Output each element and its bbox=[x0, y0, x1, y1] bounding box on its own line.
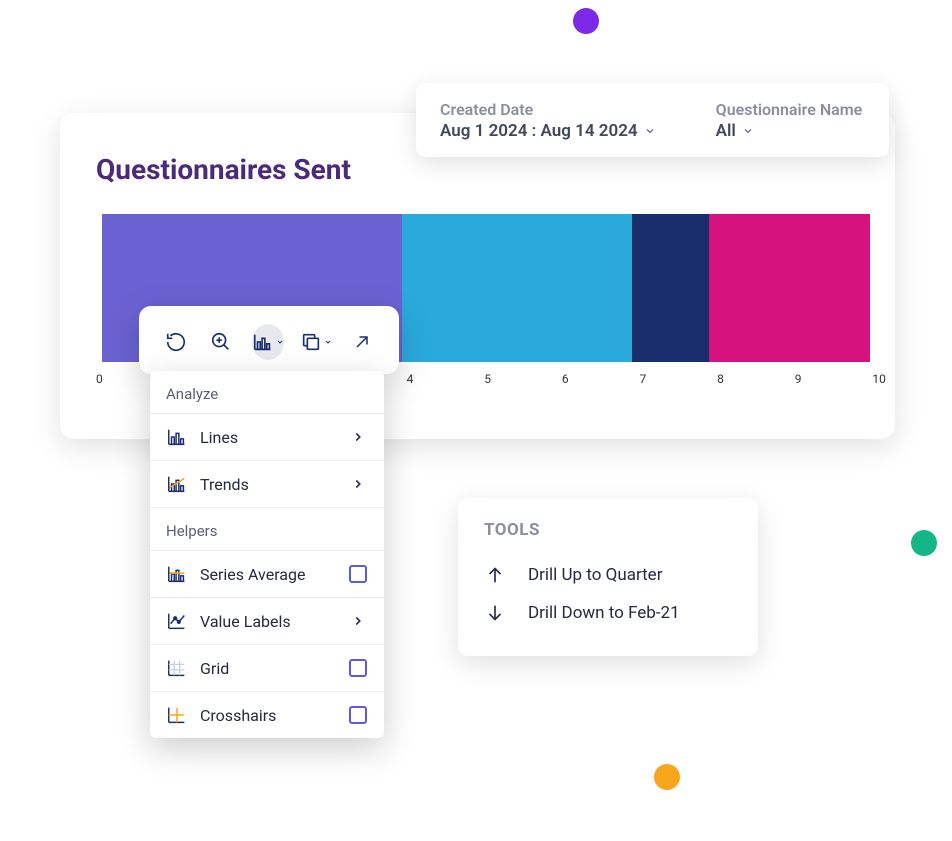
tick: 10 bbox=[872, 372, 886, 386]
bar-segment-2 bbox=[402, 214, 632, 362]
undo-button[interactable] bbox=[161, 324, 190, 360]
menu-item-grid[interactable]: Grid bbox=[150, 644, 384, 691]
chevron-right-icon bbox=[348, 427, 368, 447]
chart-title: Questionnaires Sent bbox=[96, 153, 859, 186]
tools-label: Drill Down to Feb-21 bbox=[528, 603, 680, 623]
drill-down-button[interactable]: Drill Down to Feb-21 bbox=[484, 594, 732, 632]
chevron-right-icon bbox=[348, 611, 368, 631]
filter-created-date[interactable]: Created Date Aug 1 2024 : Aug 14 2024 bbox=[440, 100, 656, 141]
tick: 8 bbox=[717, 372, 724, 386]
value-labels-icon bbox=[166, 610, 188, 632]
tick: 9 bbox=[795, 372, 802, 386]
menu-item-crosshairs[interactable]: Crosshairs bbox=[150, 691, 384, 738]
grid-icon bbox=[166, 657, 188, 679]
filter-value-text: All bbox=[716, 121, 736, 141]
chevron-down-icon bbox=[644, 125, 656, 137]
filter-questionnaire-name[interactable]: Questionnaire Name All bbox=[716, 100, 863, 141]
menu-item-trends[interactable]: Trends bbox=[150, 460, 384, 507]
checkbox[interactable] bbox=[348, 658, 368, 678]
menu-item-value-labels[interactable]: Value Labels bbox=[150, 597, 384, 644]
filter-value: Aug 1 2024 : Aug 14 2024 bbox=[440, 121, 656, 141]
filter-label: Questionnaire Name bbox=[716, 100, 863, 119]
menu-item-label: Series Average bbox=[200, 565, 336, 584]
copy-button[interactable] bbox=[300, 324, 332, 360]
menu-item-label: Crosshairs bbox=[200, 706, 336, 725]
bar-segment-3 bbox=[632, 214, 709, 362]
chevron-right-icon bbox=[348, 474, 368, 494]
trend-chart-icon bbox=[166, 473, 188, 495]
series-average-icon bbox=[166, 563, 188, 585]
menu-item-label: Value Labels bbox=[200, 612, 336, 631]
decor-dot-orange bbox=[654, 764, 680, 790]
filter-bar: Created Date Aug 1 2024 : Aug 14 2024 Qu… bbox=[416, 83, 889, 157]
chevron-down-icon bbox=[742, 125, 754, 137]
menu-item-label: Lines bbox=[200, 428, 336, 447]
bar-segment-4 bbox=[709, 214, 870, 362]
zoom-in-button[interactable] bbox=[206, 324, 235, 360]
menu-item-label: Grid bbox=[200, 659, 336, 678]
bar-chart-icon bbox=[166, 426, 188, 448]
menu-section-analyze: Analyze bbox=[150, 371, 384, 413]
filter-value: All bbox=[716, 121, 863, 141]
decor-dot-teal bbox=[911, 530, 937, 556]
tick: 0 bbox=[96, 372, 103, 386]
filter-label: Created Date bbox=[440, 100, 656, 119]
checkbox[interactable] bbox=[348, 705, 368, 725]
tick: 5 bbox=[484, 372, 491, 386]
checkbox[interactable] bbox=[348, 564, 368, 584]
arrow-up-icon bbox=[484, 564, 506, 586]
menu-section-helpers: Helpers bbox=[150, 507, 384, 550]
tools-title: TOOLS bbox=[484, 520, 732, 540]
open-external-button[interactable] bbox=[348, 324, 377, 360]
chart-type-button[interactable] bbox=[252, 324, 284, 360]
drill-up-button[interactable]: Drill Up to Quarter bbox=[484, 556, 732, 594]
chart-toolbar bbox=[139, 306, 399, 374]
menu-item-label: Trends bbox=[200, 475, 336, 494]
filter-value-text: Aug 1 2024 : Aug 14 2024 bbox=[440, 121, 638, 141]
tools-label: Drill Up to Quarter bbox=[528, 565, 662, 585]
menu-item-lines[interactable]: Lines bbox=[150, 413, 384, 460]
decor-dot-purple bbox=[573, 8, 599, 34]
tools-panel: TOOLS Drill Up to Quarter Drill Down to … bbox=[458, 498, 758, 656]
tick: 4 bbox=[407, 372, 414, 386]
arrow-down-icon bbox=[484, 602, 506, 624]
tick: 6 bbox=[562, 372, 569, 386]
tick: 7 bbox=[639, 372, 646, 386]
analyze-menu: Analyze Lines Trends Helpers Series Aver… bbox=[150, 371, 384, 738]
menu-item-series-average[interactable]: Series Average bbox=[150, 550, 384, 597]
crosshairs-icon bbox=[166, 704, 188, 726]
